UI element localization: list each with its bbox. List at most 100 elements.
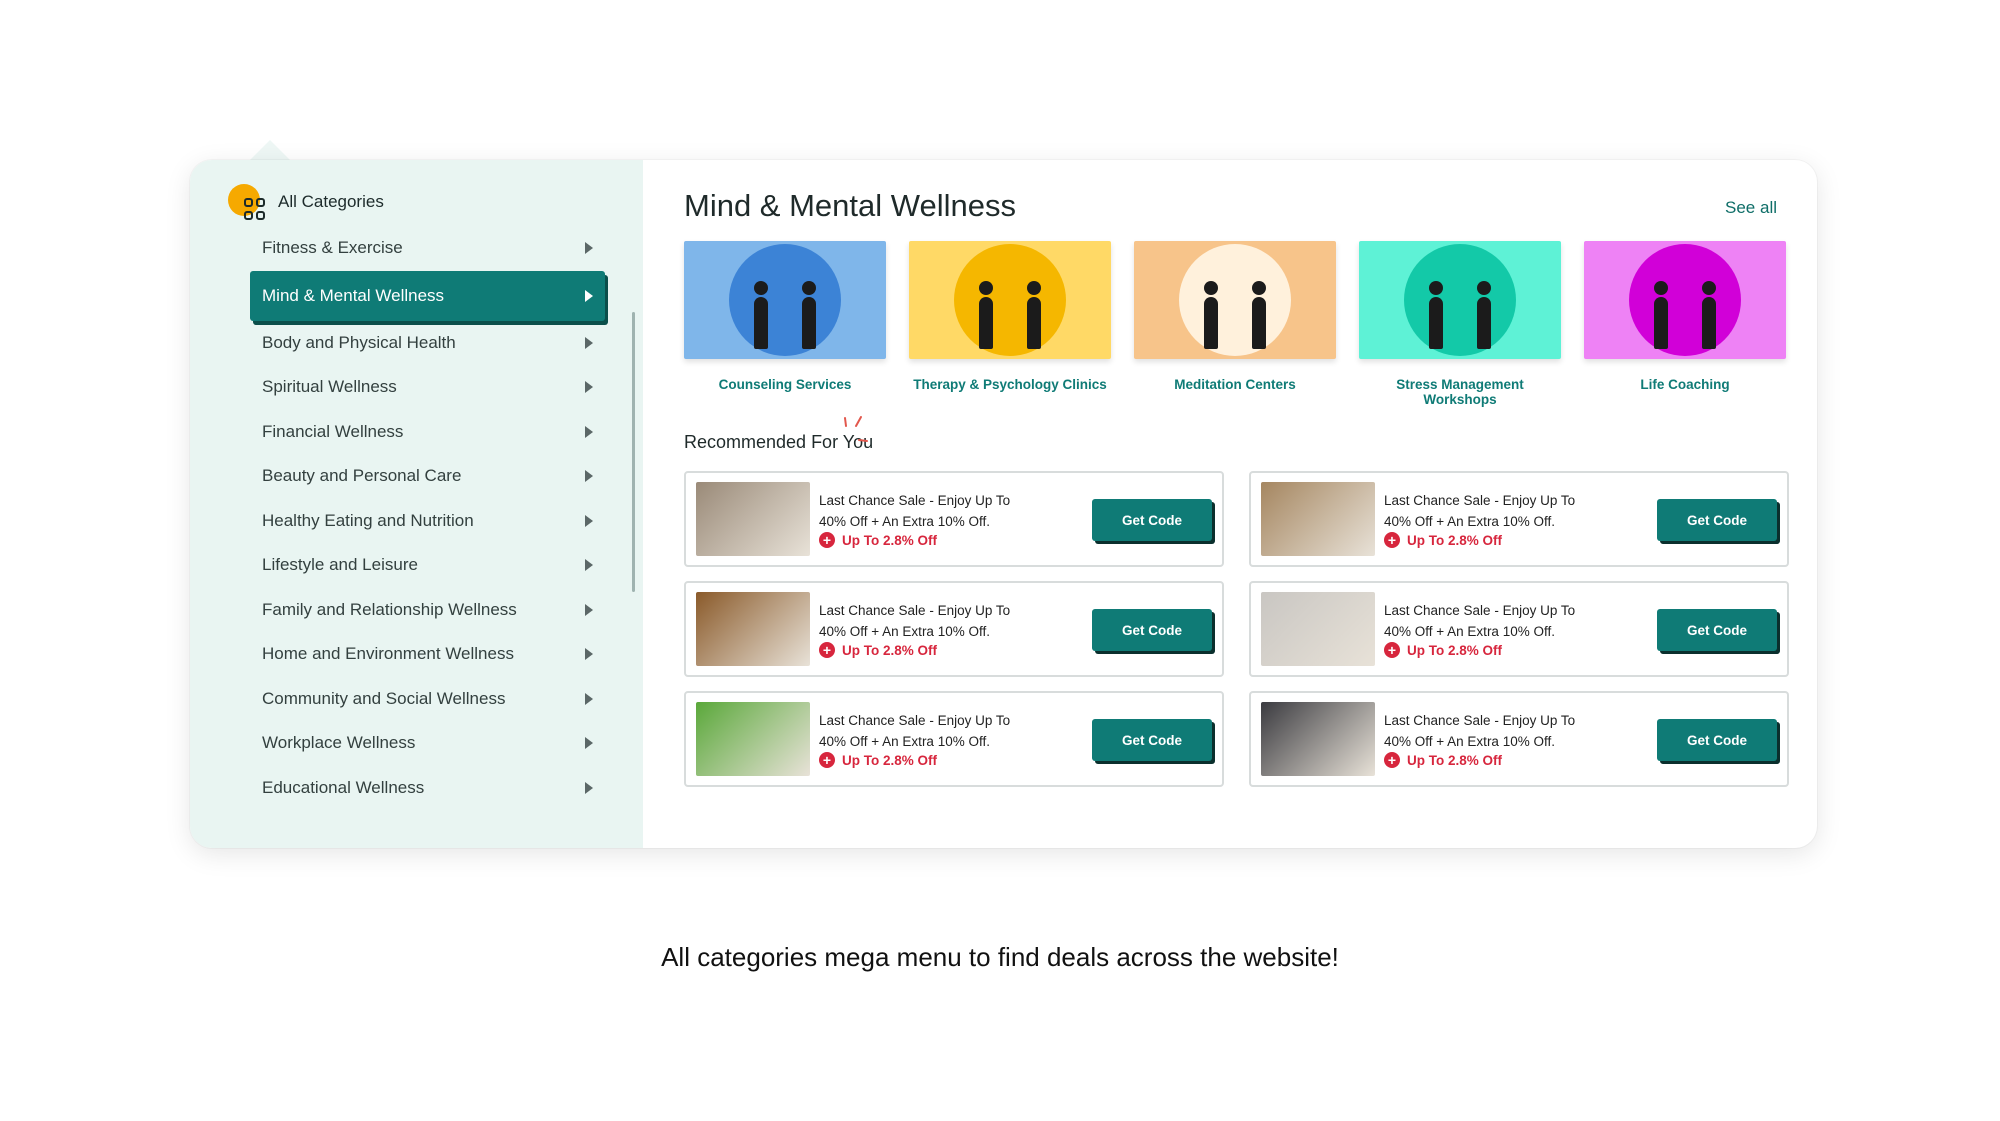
plus-circle-icon: + xyxy=(819,532,835,548)
deal-discount: + Up To 2.8% Off xyxy=(819,532,1039,548)
deal-discount-text: Up To 2.8% Off xyxy=(842,642,938,658)
sidebar-item-label: Healthy Eating and Nutrition xyxy=(262,510,474,530)
get-code-button[interactable]: Get Code xyxy=(1092,499,1212,541)
subcategory-label: Counseling Services xyxy=(718,377,852,392)
subcategory-illustration xyxy=(909,241,1111,359)
chevron-right-icon xyxy=(585,648,593,661)
mega-menu: All Categories Fitness & Exercise Mind & … xyxy=(190,160,1817,848)
deal-discount: + Up To 2.8% Off xyxy=(819,752,1039,768)
subcategory-label: Stress Management Workshops xyxy=(1396,377,1524,407)
sidebar-item-label: Lifestyle and Leisure xyxy=(262,555,418,575)
sidebar-item-label: Beauty and Personal Care xyxy=(262,466,462,486)
deal-card: Last Chance Sale - Enjoy Up To 40% Off +… xyxy=(684,471,1224,567)
chevron-right-icon xyxy=(585,603,593,616)
deal-title: Last Chance Sale - Enjoy Up To 40% Off +… xyxy=(1384,493,1576,529)
deal-card: Last Chance Sale - Enjoy Up To 40% Off +… xyxy=(684,581,1224,677)
chevron-right-icon xyxy=(585,559,593,572)
deal-discount: + Up To 2.8% Off xyxy=(1384,642,1604,658)
sidebar-item[interactable]: Beauty and Personal Care xyxy=(260,454,605,499)
category-heading: Mind & Mental Wellness xyxy=(684,188,1016,223)
sidebar-item[interactable]: Home and Environment Wellness xyxy=(260,632,605,677)
sidebar-item-label: Mind & Mental Wellness xyxy=(262,285,445,305)
deal-title: Last Chance Sale - Enjoy Up To 40% Off +… xyxy=(1384,603,1576,639)
subcategory-card[interactable]: Stress Management Workshops xyxy=(1359,241,1561,407)
deal-discount-text: Up To 2.8% Off xyxy=(842,752,938,768)
deal-image xyxy=(696,592,810,666)
deal-image xyxy=(1261,702,1375,776)
chevron-right-icon xyxy=(585,781,593,794)
deal-title: Last Chance Sale - Enjoy Up To 40% Off +… xyxy=(819,493,1011,529)
chevron-right-icon xyxy=(585,737,593,750)
all-categories-label: All Categories xyxy=(278,192,384,211)
categories-grid-icon xyxy=(228,184,265,220)
sidebar-item[interactable]: Spiritual Wellness xyxy=(260,365,605,410)
subcategory-label: Therapy & Psychology Clinics xyxy=(913,377,1107,392)
sidebar-item[interactable]: Educational Wellness xyxy=(260,766,605,811)
sidebar-item[interactable]: Fitness & Exercise xyxy=(260,226,605,271)
chevron-right-icon xyxy=(585,692,593,705)
deal-grid: Last Chance Sale - Enjoy Up To 40% Off +… xyxy=(684,471,1789,787)
deal-card: Last Chance Sale - Enjoy Up To 40% Off +… xyxy=(684,691,1224,787)
chevron-right-icon xyxy=(585,425,593,438)
get-code-button[interactable]: Get Code xyxy=(1657,609,1777,651)
subcategory-label: Life Coaching xyxy=(1640,377,1730,392)
sidebar-item[interactable]: Mind & Mental Wellness xyxy=(250,270,605,321)
sidebar-scrollbar[interactable] xyxy=(632,312,635,592)
plus-circle-icon: + xyxy=(819,642,835,658)
subcategory-card[interactable]: Therapy & Psychology Clinics xyxy=(909,241,1111,407)
deal-discount-text: Up To 2.8% Off xyxy=(842,532,938,548)
sidebar-item-label: Workplace Wellness xyxy=(262,733,416,753)
deal-image xyxy=(1261,482,1375,556)
all-categories-header[interactable]: All Categories xyxy=(228,184,384,220)
subcategory-illustration xyxy=(1134,241,1336,359)
subcategory-row: Counseling Services Therapy & Psychology … xyxy=(684,241,1786,407)
sparkle-icon xyxy=(844,416,868,442)
category-sidebar: All Categories Fitness & Exercise Mind & … xyxy=(190,160,643,848)
deal-title: Last Chance Sale - Enjoy Up To 40% Off +… xyxy=(819,603,1011,639)
sidebar-item-label: Community and Social Wellness xyxy=(262,688,506,708)
sidebar-item[interactable]: Community and Social Wellness xyxy=(260,677,605,722)
deal-card: Last Chance Sale - Enjoy Up To 40% Off +… xyxy=(1249,691,1789,787)
subcategory-card[interactable]: Life Coaching xyxy=(1584,241,1786,407)
get-code-button[interactable]: Get Code xyxy=(1657,719,1777,761)
get-code-button[interactable]: Get Code xyxy=(1092,609,1212,651)
see-all-link[interactable]: See all xyxy=(1725,198,1777,218)
sidebar-item[interactable]: Body and Physical Health xyxy=(260,321,605,366)
chevron-right-icon xyxy=(585,381,593,394)
sidebar-item-label: Family and Relationship Wellness xyxy=(262,599,517,619)
chevron-right-icon xyxy=(585,242,593,255)
subcategory-illustration xyxy=(1359,241,1561,359)
category-content: Mind & Mental Wellness See all Counselin… xyxy=(643,160,1817,848)
plus-circle-icon: + xyxy=(819,752,835,768)
sidebar-item[interactable]: Workplace Wellness xyxy=(260,721,605,766)
deal-image xyxy=(696,482,810,556)
get-code-button[interactable]: Get Code xyxy=(1657,499,1777,541)
sidebar-item[interactable]: Lifestyle and Leisure xyxy=(260,543,605,588)
subcategory-card[interactable]: Counseling Services xyxy=(684,241,886,407)
plus-circle-icon: + xyxy=(1384,642,1400,658)
sidebar-item[interactable]: Healthy Eating and Nutrition xyxy=(260,499,605,544)
deal-discount: + Up To 2.8% Off xyxy=(1384,752,1604,768)
sidebar-item-label: Spiritual Wellness xyxy=(262,377,397,397)
deal-discount: + Up To 2.8% Off xyxy=(1384,532,1604,548)
deal-image xyxy=(696,702,810,776)
plus-circle-icon: + xyxy=(1384,532,1400,548)
subcategory-card[interactable]: Meditation Centers xyxy=(1134,241,1336,407)
subcategory-illustration xyxy=(1584,241,1786,359)
sidebar-item-label: Home and Environment Wellness xyxy=(262,644,514,664)
subcategory-label: Meditation Centers xyxy=(1174,377,1296,392)
sidebar-item[interactable]: Family and Relationship Wellness xyxy=(260,588,605,633)
deal-discount-text: Up To 2.8% Off xyxy=(1407,752,1503,768)
deal-discount-text: Up To 2.8% Off xyxy=(1407,642,1503,658)
sidebar-item-label: Financial Wellness xyxy=(262,421,404,441)
plus-circle-icon: + xyxy=(1384,752,1400,768)
chevron-right-icon xyxy=(585,514,593,527)
sidebar-item[interactable]: Financial Wellness xyxy=(260,410,605,455)
deal-card: Last Chance Sale - Enjoy Up To 40% Off +… xyxy=(1249,471,1789,567)
subcategory-illustration xyxy=(684,241,886,359)
sidebar-item-label: Body and Physical Health xyxy=(262,332,456,352)
deal-image xyxy=(1261,592,1375,666)
chevron-right-icon xyxy=(585,470,593,483)
stage: All Categories Fitness & Exercise Mind & … xyxy=(0,0,2000,1121)
get-code-button[interactable]: Get Code xyxy=(1092,719,1212,761)
